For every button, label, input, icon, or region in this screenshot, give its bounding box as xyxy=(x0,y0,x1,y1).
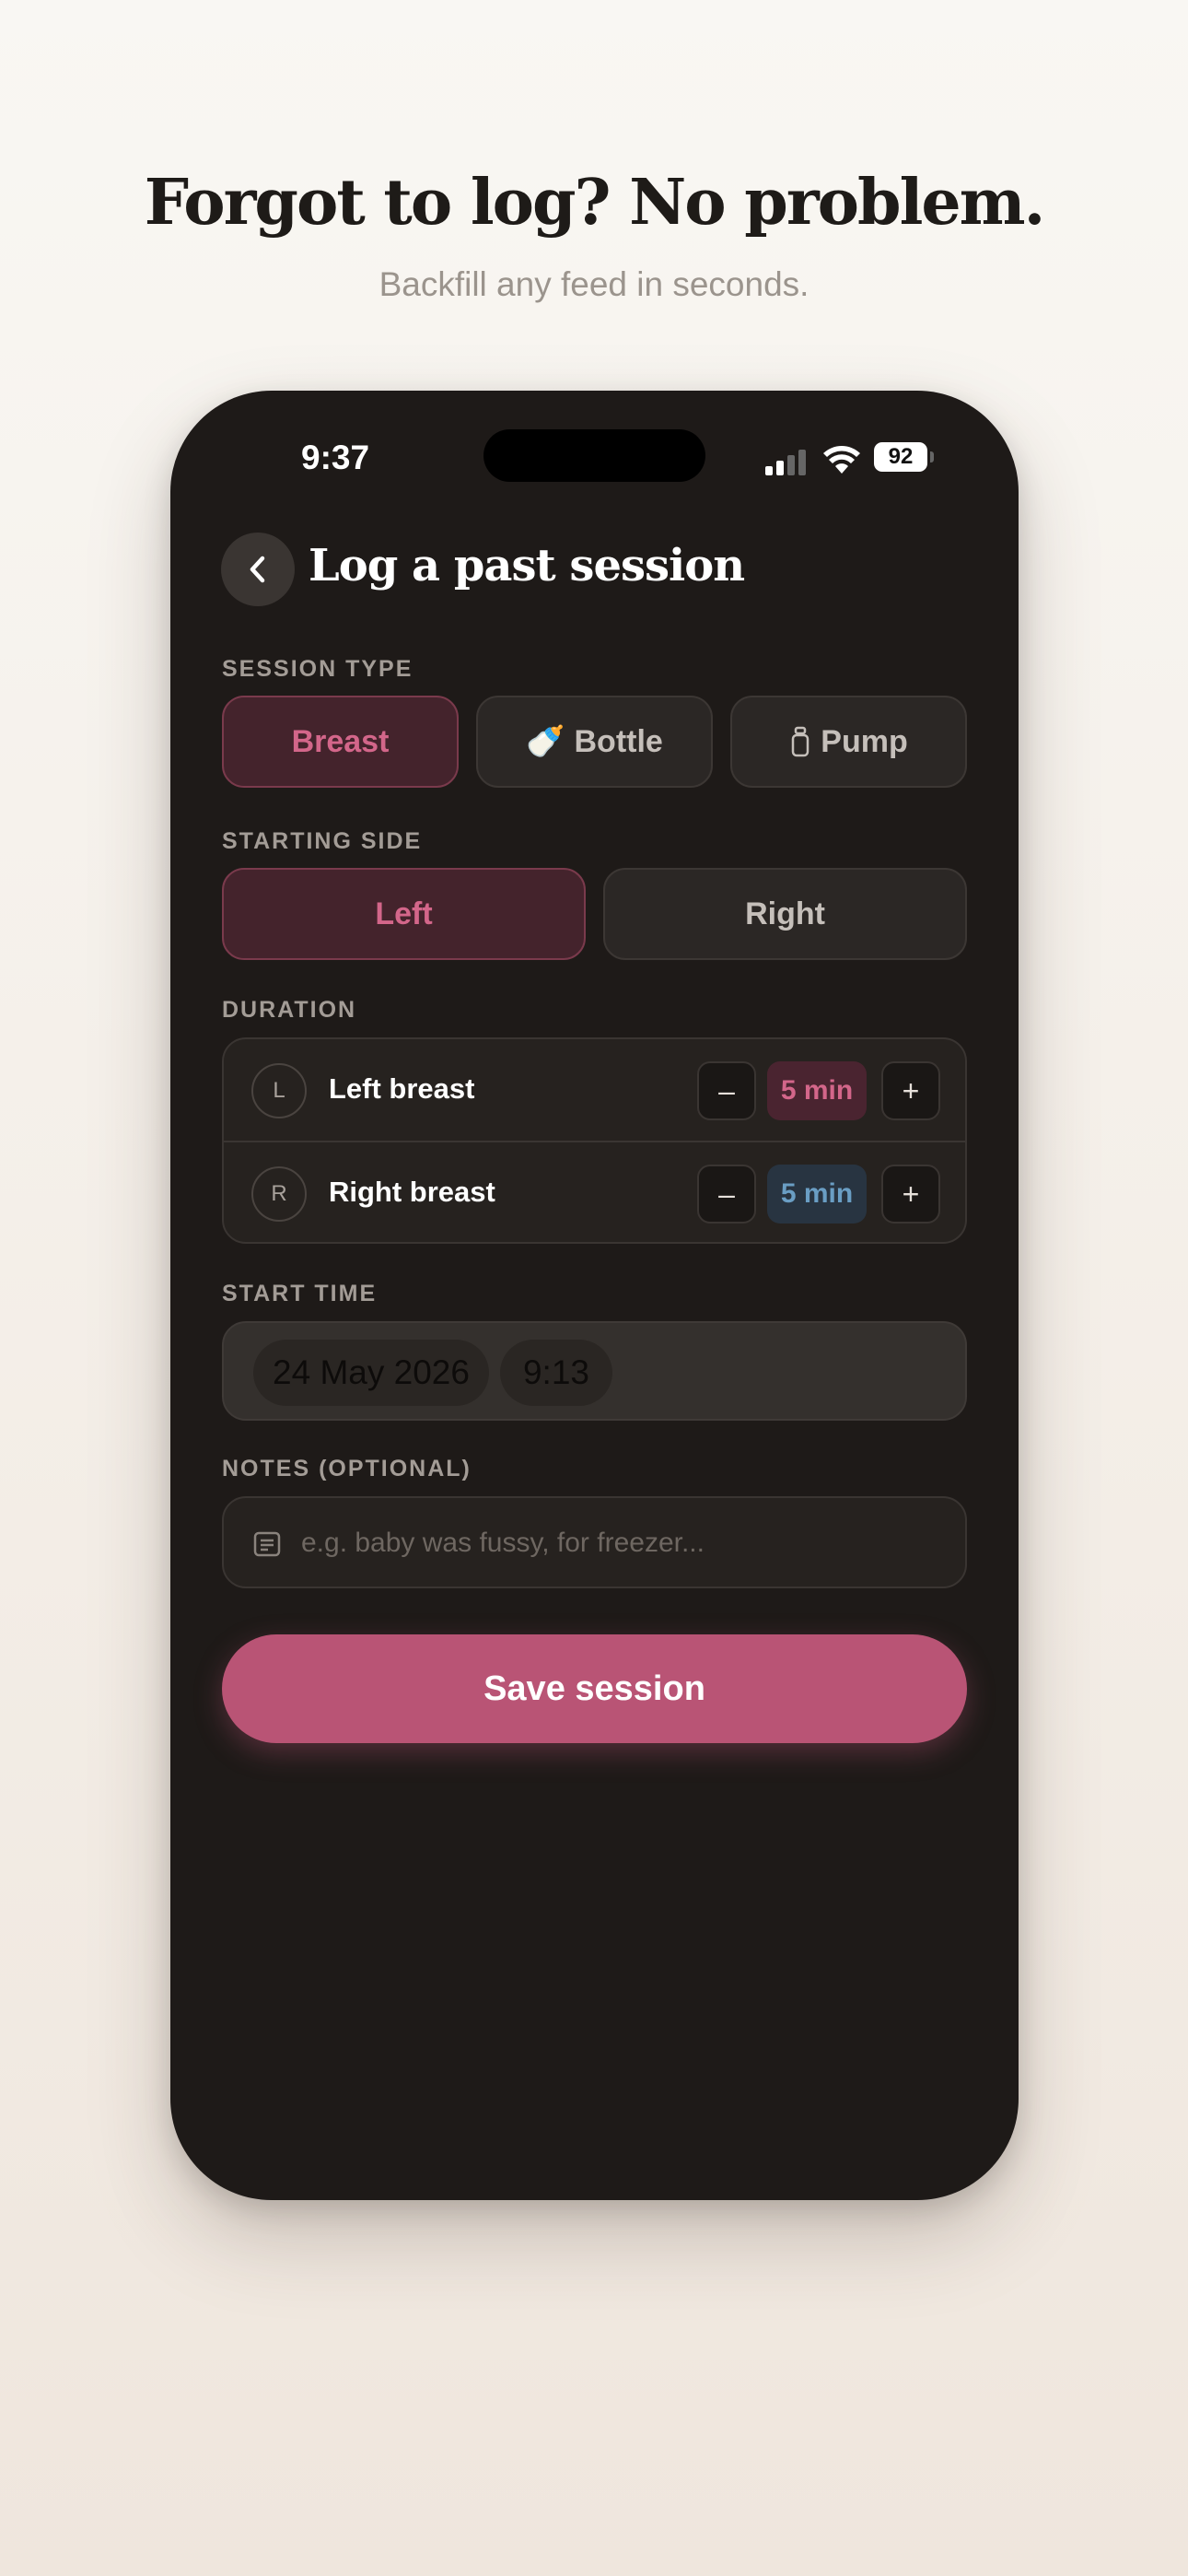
section-label-session-type: SESSION TYPE xyxy=(222,656,413,682)
session-type-label: Bottle xyxy=(574,723,663,759)
section-label-duration: DURATION xyxy=(222,997,357,1023)
side-left-label: Left xyxy=(375,896,433,931)
time-picker-chip[interactable]: 9:13 xyxy=(500,1340,612,1406)
side-right-label: Right xyxy=(745,896,825,931)
duration-row-right: R Right breast – 5 min + xyxy=(224,1142,965,1242)
section-label-notes: NOTES (OPTIONAL) xyxy=(222,1456,472,1481)
cellular-signal-icon xyxy=(765,450,806,475)
note-icon xyxy=(253,1531,281,1557)
section-label-starting-side: STARTING SIDE xyxy=(222,828,423,854)
save-session-button[interactable]: Save session xyxy=(222,1634,967,1743)
battery-indicator: 92 xyxy=(874,442,927,472)
duration-row-left: L Left breast – 5 min + xyxy=(224,1039,965,1142)
back-button[interactable] xyxy=(221,533,295,606)
session-type-label: Breast xyxy=(291,723,390,759)
phone-frame: 9:37 92 Log a past session SESSION TYPE … xyxy=(170,391,1019,2200)
decrease-left-button[interactable]: – xyxy=(697,1061,756,1120)
pump-icon xyxy=(792,726,809,757)
notes-input[interactable]: e.g. baby was fussy, for freezer... xyxy=(222,1496,967,1588)
side-badge-left: L xyxy=(251,1063,307,1118)
increase-left-button[interactable]: + xyxy=(881,1061,940,1120)
duration-label-left: Left breast xyxy=(329,1072,475,1105)
start-time-field: 24 May 2026 9:13 xyxy=(222,1321,967,1421)
battery-tip xyxy=(930,451,934,463)
date-picker-chip[interactable]: 24 May 2026 xyxy=(253,1340,489,1406)
side-left-button[interactable]: Left xyxy=(222,868,586,960)
decrease-right-button[interactable]: – xyxy=(697,1165,756,1224)
marketing-headline: Forgot to log? No problem. xyxy=(144,166,1046,240)
chevron-left-icon xyxy=(250,556,265,583)
side-right-button[interactable]: Right xyxy=(603,868,967,960)
baby-bottle-icon: 🍼 xyxy=(526,724,565,759)
notes-placeholder: e.g. baby was fussy, for freezer... xyxy=(301,1528,705,1558)
session-type-bottle[interactable]: 🍼 Bottle xyxy=(476,696,713,788)
session-type-pump[interactable]: Pump xyxy=(730,696,967,788)
marketing-subheadline: Backfill any feed in seconds. xyxy=(379,265,809,303)
duration-label-right: Right breast xyxy=(329,1176,495,1208)
duration-card: L Left breast – 5 min + R Right breast –… xyxy=(222,1037,967,1244)
wifi-icon xyxy=(823,446,860,474)
session-type-label: Pump xyxy=(821,723,908,759)
side-badge-right: R xyxy=(251,1166,307,1222)
duration-value-left: 5 min xyxy=(767,1061,867,1120)
section-label-start-time: START TIME xyxy=(222,1281,378,1306)
dynamic-island xyxy=(483,429,705,482)
duration-value-right: 5 min xyxy=(767,1165,867,1224)
page-title: Log a past session xyxy=(309,540,745,591)
session-type-breast[interactable]: Breast xyxy=(222,696,459,788)
status-time: 9:37 xyxy=(301,439,370,476)
increase-right-button[interactable]: + xyxy=(881,1165,940,1224)
